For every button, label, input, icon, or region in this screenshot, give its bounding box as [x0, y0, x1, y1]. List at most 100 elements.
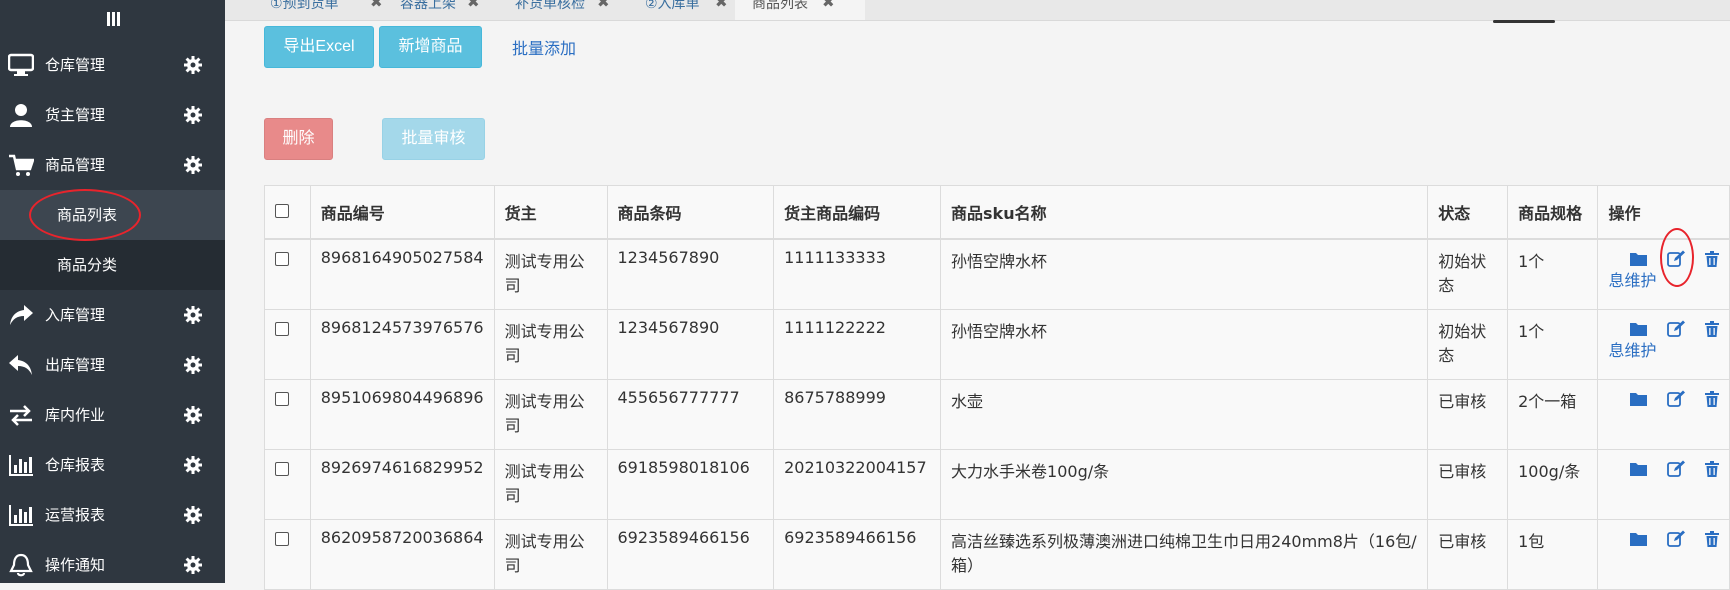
sidebar-item-owner[interactable]: 货主管理 [0, 90, 225, 140]
row-checkbox[interactable] [275, 252, 289, 266]
tab-pre-arrival[interactable]: ①预到货单 ✖ [270, 0, 400, 20]
cell-actions: 息维护 [1597, 309, 1730, 380]
monitor-icon [8, 53, 34, 76]
cart-icon [9, 154, 34, 176]
batch-add-link[interactable]: 批量添加 [512, 35, 576, 59]
edit-icon[interactable] [1666, 390, 1685, 407]
select-all-checkbox[interactable] [275, 204, 289, 218]
gear-icon[interactable] [183, 555, 203, 575]
share-arrow-icon [10, 305, 33, 325]
user-icon [10, 104, 32, 127]
column-header[interactable]: 货主商品编码 [773, 185, 942, 240]
column-header[interactable]: 商品条码 [606, 185, 775, 240]
sidebar-item-warehouse[interactable]: 仓库管理 [0, 40, 225, 90]
sidebar-item-in-warehouse-ops[interactable]: 库内作业 [0, 390, 225, 440]
row-checkbox[interactable] [275, 532, 289, 546]
menu-bars-icon[interactable] [0, 0, 225, 38]
cell-owner: 测试专用公司 [493, 238, 608, 310]
gear-icon[interactable] [183, 305, 203, 325]
cell-sku-name: 高洁丝臻选系列极薄澳洲进口纯棉卫生巾日用240mm8片（16包/箱） [940, 519, 1429, 590]
cell-barcode: 1234567890 [606, 238, 775, 310]
gear-icon[interactable] [183, 505, 203, 525]
gear-icon[interactable] [183, 455, 203, 475]
edit-icon[interactable] [1666, 460, 1685, 477]
column-header[interactable]: 状态 [1427, 185, 1509, 240]
table-row[interactable]: 8620958720036864 测试专用公司 6923589466156 69… [264, 519, 1730, 590]
close-icon[interactable]: ✖ [370, 0, 383, 10]
cell-status: 已审核 [1427, 519, 1509, 590]
row-checkbox[interactable] [275, 462, 289, 476]
bar-chart-icon [9, 455, 33, 476]
close-icon[interactable]: ✖ [597, 0, 610, 10]
batch-audit-button[interactable]: 批量审核 [382, 118, 485, 160]
gear-icon[interactable] [183, 155, 203, 175]
tab-label: ①预到货单 [270, 0, 339, 12]
folder-icon[interactable] [1629, 461, 1647, 476]
bar-chart-icon [9, 505, 33, 526]
close-icon[interactable]: ✖ [822, 0, 835, 10]
cell-owner: 测试专用公司 [493, 379, 608, 450]
sidebar-item-operations-report[interactable]: 运营报表 [0, 490, 225, 540]
tab-inbound-order[interactable]: ②入库单 ✖ [645, 0, 745, 20]
info-maintain-link[interactable]: 息维护 [1608, 337, 1719, 361]
sidebar-subitem-goods-list[interactable]: 商品列表 [0, 190, 225, 240]
tab-label: 商品列表 [752, 0, 808, 12]
table-row[interactable]: 8926974616829952 测试专用公司 6918598018106 20… [264, 449, 1730, 520]
folder-icon[interactable] [1629, 321, 1647, 336]
edit-icon[interactable] [1666, 530, 1685, 547]
add-goods-button[interactable]: 新增商品 [379, 26, 482, 68]
gear-icon[interactable] [183, 105, 203, 125]
table-row[interactable]: 8968164905027584 测试专用公司 1234567890 11111… [264, 238, 1730, 310]
cell-owner-code: 20210322004157 [773, 449, 942, 520]
sidebar-item-goods[interactable]: 商品管理 [0, 140, 225, 190]
close-icon[interactable]: ✖ [467, 0, 480, 10]
tab-container-shelving[interactable]: 容器上架 ✖ [400, 0, 530, 20]
cell-spec: 2个一箱 [1507, 379, 1599, 450]
folder-icon[interactable] [1629, 251, 1647, 266]
table-row[interactable]: 8968124573976576 测试专用公司 1234567890 11111… [264, 309, 1730, 380]
tab-goods-list[interactable]: 商品列表 ✖ [735, 0, 865, 20]
column-header: 操作 [1597, 185, 1730, 240]
edit-icon[interactable] [1666, 250, 1685, 267]
sidebar-subitem-goods-category[interactable]: 商品分类 [0, 240, 225, 290]
tab-replenish-check[interactable]: 补货单核检 ✖ [515, 0, 645, 20]
gear-icon[interactable] [183, 55, 203, 75]
cell-owner-code: 6923589466156 [773, 519, 942, 590]
trash-icon[interactable] [1704, 250, 1719, 267]
gear-icon[interactable] [183, 405, 203, 425]
sidebar-item-warehouse-report[interactable]: 仓库报表 [0, 440, 225, 490]
cell-sku-name: 孙悟空牌水杯 [940, 238, 1429, 310]
column-header[interactable]: 商品sku名称 [940, 185, 1429, 240]
row-select-cell [264, 309, 311, 380]
sidebar-item-inbound[interactable]: 入库管理 [0, 290, 225, 340]
cell-status: 已审核 [1427, 379, 1509, 450]
cell-code: 8951069804496896 [309, 379, 495, 450]
table-header-row: 商品编号 货主 商品条码 货主商品编码 商品sku名称 状态 商品规格 操作 [264, 185, 1730, 240]
column-header[interactable]: 货主 [493, 185, 608, 240]
column-header[interactable]: 商品编号 [309, 185, 495, 240]
folder-icon[interactable] [1629, 391, 1647, 406]
cell-code: 8620958720036864 [309, 519, 495, 590]
trash-icon[interactable] [1704, 390, 1719, 407]
cell-sku-name: 水壶 [940, 379, 1429, 450]
delete-button[interactable]: 删除 [264, 118, 333, 160]
row-checkbox[interactable] [275, 392, 289, 406]
trash-icon[interactable] [1704, 460, 1719, 477]
reply-arrow-icon [9, 355, 32, 375]
trash-icon[interactable] [1704, 320, 1719, 337]
table-row[interactable]: 8951069804496896 测试专用公司 455656777777 867… [264, 379, 1730, 450]
export-excel-button[interactable]: 导出Excel [264, 26, 374, 68]
row-checkbox[interactable] [275, 322, 289, 336]
edit-icon[interactable] [1666, 320, 1685, 337]
info-maintain-link[interactable]: 息维护 [1608, 267, 1719, 291]
sidebar-item-outbound[interactable]: 出库管理 [0, 340, 225, 390]
folder-icon[interactable] [1629, 531, 1647, 546]
gear-icon[interactable] [183, 355, 203, 375]
sidebar-item-label: 出库管理 [45, 356, 106, 374]
cell-code: 8926974616829952 [309, 449, 495, 520]
cell-barcode: 6923589466156 [606, 519, 775, 590]
cell-barcode: 6918598018106 [606, 449, 775, 520]
close-icon[interactable]: ✖ [715, 0, 728, 10]
column-header[interactable]: 商品规格 [1507, 185, 1599, 240]
trash-icon[interactable] [1704, 530, 1719, 547]
